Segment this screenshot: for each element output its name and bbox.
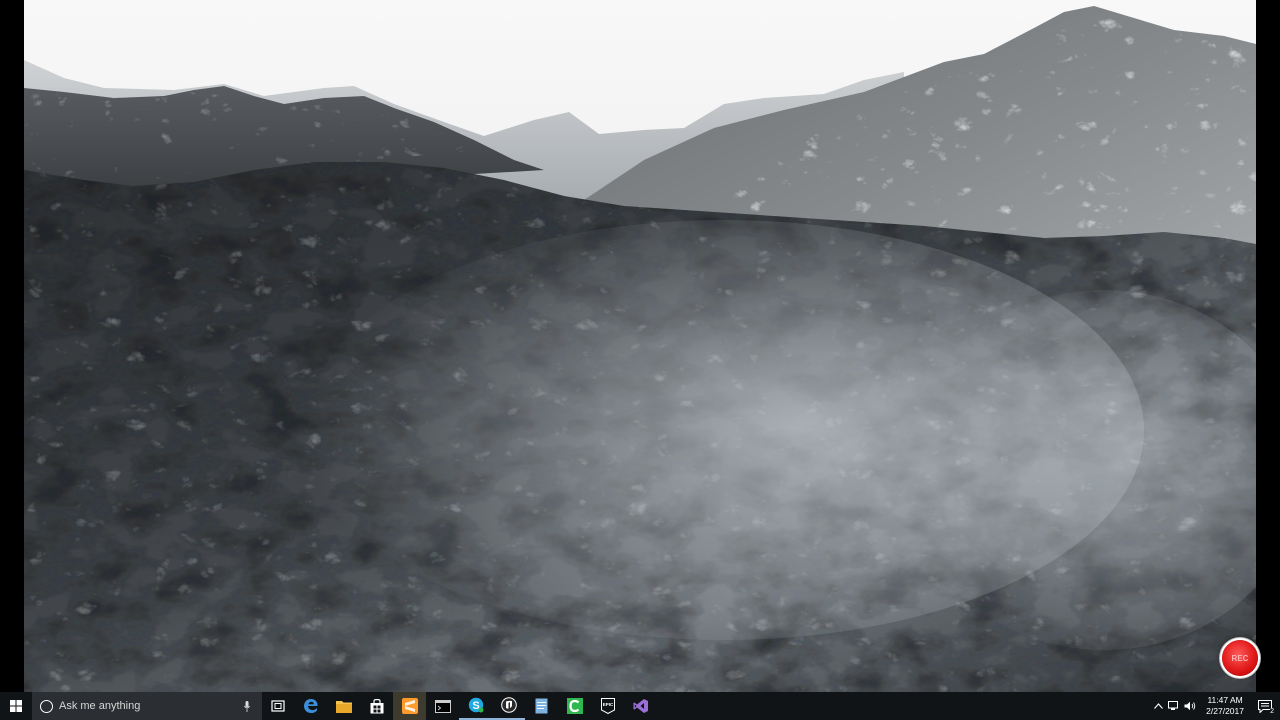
network-icon — [1168, 701, 1179, 710]
letterbox-left — [0, 0, 24, 692]
taskbar-app-unreal-engine[interactable] — [492, 692, 525, 720]
taskbar-app-edge[interactable] — [294, 692, 327, 720]
taskbar-app-store[interactable] — [360, 692, 393, 720]
camtasia-icon — [566, 698, 583, 714]
taskbar-app-visual-studio[interactable] — [624, 692, 657, 720]
terrain-scene — [24, 0, 1256, 692]
notepad-icon — [535, 698, 548, 714]
taskbar-app-skype[interactable]: S — [459, 692, 492, 720]
unreal-engine-icon — [500, 697, 517, 713]
record-button[interactable]: REC — [1222, 640, 1258, 676]
cortana-icon — [40, 699, 53, 713]
terminal-icon — [434, 699, 451, 713]
windows-logo-icon — [10, 700, 22, 712]
microphone-icon[interactable] — [240, 700, 254, 712]
task-view-button[interactable] — [262, 692, 294, 720]
start-button[interactable] — [0, 692, 32, 720]
taskbar-app-notepad[interactable] — [525, 692, 558, 720]
clock[interactable]: 11:47 AM 2/27/2017 — [1206, 695, 1244, 717]
store-icon — [370, 698, 383, 713]
search-placeholder: Ask me anything — [59, 700, 141, 712]
network-button[interactable] — [1167, 692, 1181, 720]
speaker-icon — [1184, 701, 1196, 711]
notification-count-badge: 2 — [1270, 708, 1274, 715]
show-hidden-icons-button[interactable] — [1151, 692, 1165, 720]
chevron-up-icon — [1153, 703, 1163, 709]
sublime-icon — [401, 698, 418, 714]
volume-button[interactable] — [1183, 692, 1197, 720]
system-tray: 11:47 AM 2/27/2017 2 — [1150, 692, 1280, 720]
taskbar-app-file-explorer[interactable] — [327, 692, 360, 720]
taskbar-app-sublime[interactable] — [393, 692, 426, 720]
skype-icon: S — [468, 697, 483, 713]
epic-games-icon: EPIC — [600, 698, 615, 714]
edge-icon — [303, 699, 318, 713]
svg-text:EPIC: EPIC — [602, 702, 613, 707]
visual-studio-icon — [633, 699, 648, 713]
taskbar-app-camtasia[interactable] — [558, 692, 591, 720]
clock-date: 2/27/2017 — [1206, 706, 1244, 716]
taskbar-app-epic-games[interactable]: EPIC — [591, 692, 624, 720]
file-explorer-icon — [335, 701, 352, 713]
cortana-search-box[interactable]: Ask me anything — [32, 692, 262, 720]
game-viewport[interactable] — [24, 0, 1256, 692]
taskbar-app-terminal[interactable] — [426, 692, 459, 720]
letterbox-right — [1256, 0, 1280, 692]
task-view-icon — [271, 700, 285, 712]
taskbar: Ask me anything S EPIC 11:47 AM 2/27/201… — [0, 692, 1280, 720]
action-center-button[interactable]: 2 — [1251, 692, 1279, 720]
clock-time: 11:47 AM — [1207, 695, 1243, 705]
